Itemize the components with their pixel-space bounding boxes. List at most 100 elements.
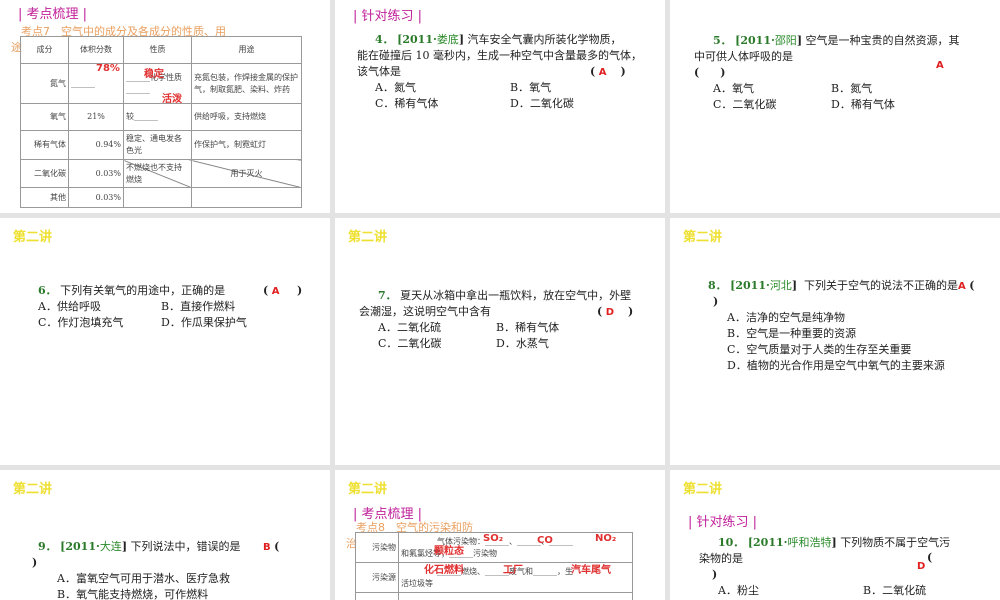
option-b[interactable]: B．直接作燃料 (161, 299, 235, 315)
slide-4[interactable]: 第二讲 6． 下列有关氧气的用途中，正确的是 ( A ) A．供给呼吸 B．直接… (0, 218, 330, 465)
option-b[interactable]: B．二氧化硫 (863, 583, 926, 599)
source: ] (796, 34, 803, 47)
cell: 作保护气，制霓虹灯 (191, 130, 302, 160)
section-header: | 考点梳理 | (18, 7, 88, 22)
question-number: 8． (708, 279, 727, 292)
question-number: 4． (375, 33, 394, 46)
table-row: 氮气 78% ______ 稳定 ______化学性质______ 充氮包装，作焊接金属的… (20, 63, 302, 104)
cell: 稀有气体 (20, 130, 69, 160)
option-a[interactable]: A．氧气 (713, 81, 754, 97)
source-place: 大连 (99, 540, 122, 553)
option-d[interactable]: D．植物的光合作用是空气中氧气的主要来源 (727, 358, 945, 374)
slide-1[interactable]: | 考点梳理 | 考点7 空气中的成分及各成分的性质、用 途 成分 体积分数 性质用… (0, 0, 330, 213)
cell: 氮气 (20, 63, 69, 104)
stem-line: 下列物质不属于空气污 (840, 536, 951, 549)
stem-line: 下列说法中，错误的是 (130, 540, 241, 553)
answer-bracket: B ( (263, 540, 280, 553)
table-row: 其他 0.03% (20, 187, 302, 208)
cell: 污染源 (355, 562, 399, 593)
stem-line: 能在碰撞后 10 毫秒内，生成一种空气中含量最多的气体， (357, 49, 642, 62)
cell: 0.03% (68, 159, 124, 188)
option-a[interactable]: A．二氧化硫 (378, 320, 441, 336)
option-d[interactable]: D．作瓜果保护气 (161, 315, 247, 331)
option-b[interactable]: B．空气是一种重要的资源 (727, 326, 856, 342)
table-row: 氧气 21% 活泼 较______ 供给呼吸，支持燃烧 (20, 94, 302, 131)
source: [2011· (747, 536, 788, 549)
col-header: 体积分数 (68, 36, 124, 64)
option-c[interactable]: C．稀有气体 (375, 96, 438, 112)
question-number: 5． (713, 34, 732, 47)
stem-line: 中可供人体呼吸的是 (694, 50, 793, 63)
answer-text: 汽车尾气 (571, 565, 611, 576)
option-a[interactable]: A．供给呼吸 (38, 299, 101, 315)
source: ] (121, 540, 128, 553)
slide-9[interactable]: 第二讲 | 针对练习 | 10． [2011·呼和浩特] 下列物质不属于空气污 … (670, 470, 1000, 600)
lecture-title: 第二讲 (683, 482, 723, 497)
question-stem: 8． [2011·河北] 下列关于空气的说法不正确的是A ( (708, 279, 975, 292)
col-header: 成分 (20, 36, 69, 64)
slide-8[interactable]: 第二讲 | 考点梳理 | 考点8 空气的污染和防 治 污染物 SO₂ CO NO… (335, 470, 665, 600)
cell: 稳定、通电发各色光 (123, 130, 192, 160)
cell: 0.94% (68, 130, 124, 160)
answer-bracket: ( D ) (597, 305, 634, 318)
option-b[interactable]: B．氧气能支持燃烧，可作燃料 (57, 587, 208, 600)
option-c[interactable]: C．作灯泡填充气 (38, 315, 123, 331)
source-place: 河北 (769, 279, 792, 292)
question-number: 7． (378, 289, 397, 302)
source-place: 呼和浩特 (787, 536, 832, 549)
lecture-title: 第二讲 (348, 482, 388, 497)
stem-line: 该气体是 (357, 65, 401, 78)
cell: 用于灭火 (191, 159, 302, 188)
option-a[interactable]: A．粉尘 (718, 583, 759, 599)
answer: A (958, 281, 966, 292)
question-stem: 7． 夏天从冰箱中拿出一瓶饮料，放在空气中，外壁 (378, 288, 631, 304)
option-d[interactable]: D．二氧化碳 (510, 96, 574, 112)
answer-text: SO₂ (483, 533, 504, 544)
answer-bracket: ( A ) (590, 65, 626, 78)
option-c[interactable]: C．二氧化碳 (378, 336, 441, 352)
question-stem: 9． [2011·大连] 下列说法中，错误的是 (38, 539, 241, 555)
option-d[interactable]: D．稀有气体 (831, 97, 895, 113)
answer-text: 78% (96, 63, 120, 74)
source: [2011· (735, 34, 775, 47)
option-b[interactable]: B．氧气 (510, 80, 551, 96)
stem-line: 会潮湿，这说明空气中含有 (359, 305, 491, 318)
question-stem: 6． 下列有关氧气的用途中，正确的是 (38, 283, 225, 299)
option-b[interactable]: B．氮气 (831, 81, 872, 97)
lecture-title: 第二讲 (683, 230, 723, 245)
section-header: | 针对练习 | (688, 515, 758, 530)
stem-line: 空气是一种宝贵的自然资源，其 (805, 34, 960, 47)
answer: A (936, 60, 944, 71)
slide-3[interactable]: 5． [2011·邵阳] 空气是一种宝贵的自然资源，其 中可供人体呼吸的是 A … (670, 0, 1000, 213)
cell: 供给呼吸，支持燃烧 (191, 103, 302, 131)
pollution-table: 污染物 SO₂ CO NO₂ 颗粒态 气体污染物：______、______、_… (355, 532, 633, 600)
cell: 二氧化碳 (20, 159, 69, 188)
source-place: 娄底 (436, 33, 459, 46)
cell: 其他 (20, 187, 69, 208)
cell: 较______ (126, 112, 158, 121)
source: [2011· (730, 279, 770, 292)
slide-5[interactable]: 第二讲 7． 夏天从冰箱中拿出一瓶饮料，放在空气中，外壁 会潮湿，这说明空气中含… (335, 218, 665, 465)
col-header: 用途 (191, 36, 302, 64)
option-a[interactable]: A．富氧空气可用于潜水、医疗急救 (57, 571, 230, 587)
question-number: 10． (718, 536, 745, 549)
slide-7[interactable]: 第二讲 9． [2011·大连] 下列说法中，错误的是 B ( ) A．富氧空气… (0, 470, 330, 600)
cell: 污染物 (355, 532, 399, 563)
option-a[interactable]: A．洁净的空气是纯净物 (727, 310, 845, 326)
stem-line: 染物的是 (699, 552, 743, 565)
option-a[interactable]: A．氮气 (375, 80, 416, 96)
stem-line: 夏天从冰箱中拿出一瓶饮料，放在空气中，外壁 (400, 289, 632, 302)
option-b[interactable]: B．稀有气体 (496, 320, 559, 336)
slide-2[interactable]: | 针对练习 | 4． [2011·娄底] 汽车安全气囊内所装化学物质， 能在碰… (335, 0, 665, 213)
source: ] (791, 279, 798, 292)
slide-6[interactable]: 第二讲 8． [2011·河北] 下列关于空气的说法不正确的是A ( ) A．洁… (670, 218, 1000, 465)
answer: D (917, 561, 926, 572)
answer-bracket: ( ) (694, 66, 726, 79)
option-c[interactable]: C．二氧化碳 (713, 97, 776, 113)
answer-text: 颗粒态 (434, 546, 464, 557)
air-composition-table: 成分 体积分数 性质 用途 氮气 78% ______ 稳定 ______化学性质______… (20, 36, 302, 208)
option-d[interactable]: D．水蒸气 (496, 336, 549, 352)
option-c[interactable]: C．空气质量对于人类的生存至关重要 (727, 342, 911, 358)
cell: 不燃烧也不支持燃烧 (123, 159, 192, 188)
answer-text: 工厂 (503, 565, 523, 576)
